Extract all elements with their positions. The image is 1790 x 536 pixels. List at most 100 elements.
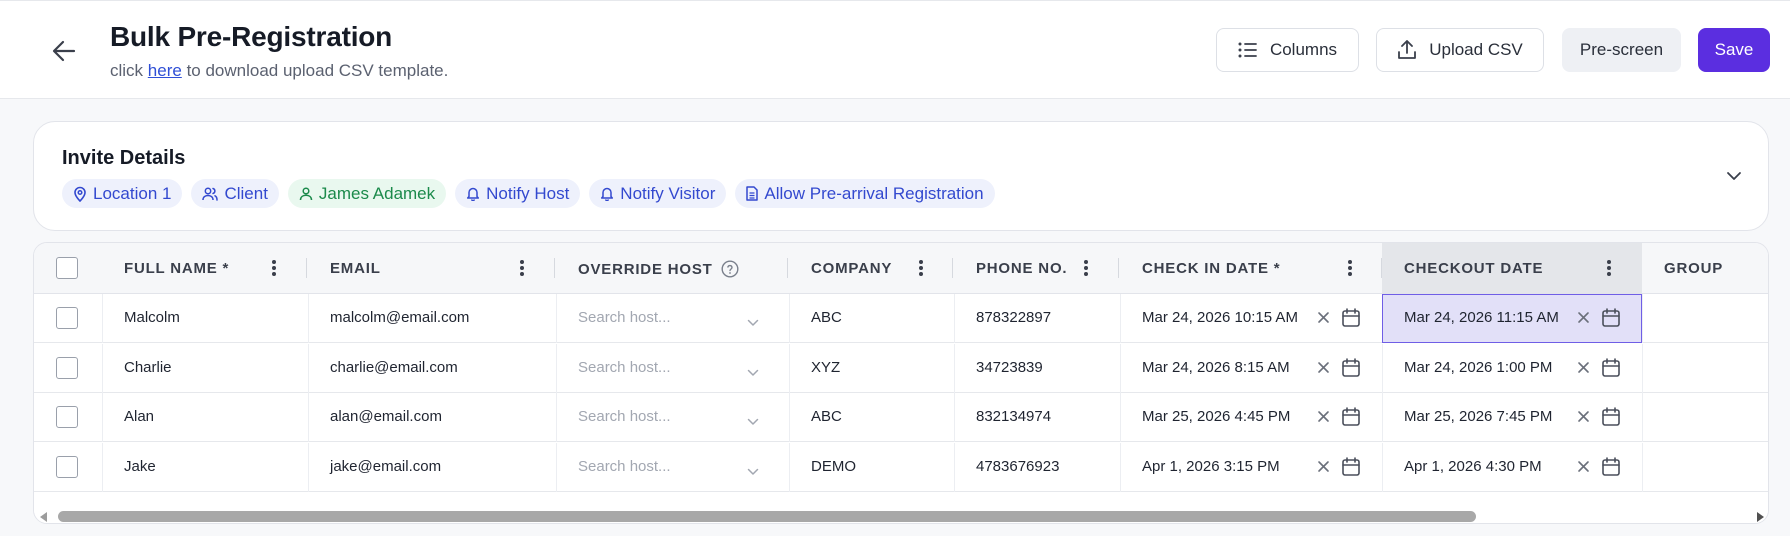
override-host-select[interactable]: Search host... bbox=[556, 294, 789, 343]
check-in-date-picker[interactable]: Mar 25, 2026 4:45 PM bbox=[1120, 393, 1382, 442]
columns-button[interactable]: Columns bbox=[1216, 28, 1359, 72]
cell-company[interactable]: ABC bbox=[789, 294, 954, 343]
upload-csv-button[interactable]: Upload CSV bbox=[1376, 28, 1544, 72]
cell-group[interactable] bbox=[1642, 443, 1768, 492]
checkout-date-picker[interactable]: Mar 25, 2026 7:45 PM bbox=[1382, 393, 1642, 442]
chip-host: James Adamek bbox=[287, 179, 447, 208]
check-in-date-picker[interactable]: Mar 24, 2026 10:15 AM bbox=[1120, 294, 1382, 343]
page-title: Bulk Pre-Registration bbox=[110, 21, 393, 52]
column-label-phone: PHONE NO. bbox=[976, 260, 1068, 277]
column-header-check-in-date[interactable]: CHECK IN DATE * bbox=[1120, 243, 1382, 293]
check-in-date-picker[interactable]: Apr 1, 2026 3:15 PM bbox=[1120, 443, 1382, 492]
override-host-select[interactable]: Search host... bbox=[556, 443, 789, 492]
cell-group[interactable] bbox=[1642, 294, 1768, 343]
column-divider bbox=[306, 258, 307, 278]
clear-icon[interactable] bbox=[1317, 311, 1330, 328]
column-menu-icon[interactable] bbox=[1345, 258, 1355, 278]
page-header: Bulk Pre-Registration click here to down… bbox=[0, 0, 1790, 99]
row-select-checkbox[interactable] bbox=[56, 455, 78, 478]
override-host-select[interactable]: Search host... bbox=[556, 393, 789, 442]
calendar-icon[interactable] bbox=[1602, 456, 1620, 480]
arrow-left-icon bbox=[52, 40, 76, 62]
list-icon bbox=[1238, 42, 1257, 58]
clear-icon[interactable] bbox=[1317, 361, 1330, 378]
cell-full-name[interactable]: Alan bbox=[102, 393, 308, 442]
document-icon bbox=[746, 186, 759, 201]
calendar-icon[interactable] bbox=[1342, 456, 1360, 480]
clear-icon[interactable] bbox=[1577, 410, 1590, 427]
cell-email[interactable]: alan@email.com bbox=[308, 393, 556, 442]
row-select-checkbox[interactable] bbox=[56, 307, 78, 329]
clear-icon[interactable] bbox=[1577, 460, 1590, 477]
column-menu-icon[interactable] bbox=[269, 258, 279, 278]
cell-company[interactable]: DEMO bbox=[789, 443, 954, 492]
clear-icon[interactable] bbox=[1317, 410, 1330, 427]
collapse-invite-details-button[interactable] bbox=[1722, 164, 1746, 188]
checkout-date-picker[interactable]: Mar 24, 2026 11:15 AM bbox=[1382, 294, 1642, 343]
scroll-left-arrow-icon[interactable] bbox=[40, 512, 47, 522]
select-all-checkbox[interactable] bbox=[56, 257, 78, 279]
column-menu-icon[interactable] bbox=[1604, 258, 1614, 278]
cell-group[interactable] bbox=[1642, 393, 1768, 442]
calendar-icon[interactable] bbox=[1342, 407, 1360, 430]
chevron-down-icon bbox=[747, 413, 759, 430]
column-label-check-in-date: CHECK IN DATE * bbox=[1142, 260, 1281, 277]
cell-full-name[interactable]: Jake bbox=[102, 443, 308, 492]
checkout-date-picker[interactable]: Apr 1, 2026 4:30 PM bbox=[1382, 443, 1642, 492]
phone-value: 832134974 bbox=[976, 408, 1052, 425]
calendar-icon[interactable] bbox=[1342, 308, 1360, 331]
cell-phone[interactable]: 832134974 bbox=[954, 393, 1120, 442]
chip-client-label: Client bbox=[224, 183, 268, 203]
cell-phone[interactable]: 34723839 bbox=[954, 344, 1120, 393]
chip-notify-host: Notify Host bbox=[455, 179, 581, 208]
horizontal-scrollbar[interactable] bbox=[34, 506, 1768, 523]
cell-email[interactable]: charlie@email.com bbox=[308, 344, 556, 393]
column-menu-icon[interactable] bbox=[517, 258, 527, 278]
invite-chips: Location 1 Client James Adamek Notify Ho… bbox=[62, 179, 995, 208]
column-header-override-host[interactable]: OVERRIDE HOST bbox=[556, 243, 789, 293]
clear-icon[interactable] bbox=[1577, 361, 1590, 378]
full-name-value: Alan bbox=[124, 408, 155, 425]
cell-email[interactable]: malcolm@email.com bbox=[308, 294, 556, 343]
clear-icon[interactable] bbox=[1317, 460, 1330, 477]
calendar-icon[interactable] bbox=[1602, 407, 1620, 430]
save-button[interactable]: Save bbox=[1698, 28, 1770, 72]
cell-email[interactable]: jake@email.com bbox=[308, 443, 556, 492]
column-label-company: COMPANY bbox=[811, 260, 893, 277]
help-circle-icon[interactable] bbox=[721, 260, 739, 278]
scroll-right-arrow-icon[interactable] bbox=[1757, 512, 1764, 522]
cell-full-name[interactable]: Malcolm bbox=[102, 294, 308, 343]
column-header-company[interactable]: COMPANY bbox=[789, 243, 954, 293]
override-host-select[interactable]: Search host... bbox=[556, 344, 789, 393]
column-menu-icon[interactable] bbox=[1081, 258, 1091, 278]
scrollbar-thumb[interactable] bbox=[58, 511, 1476, 522]
cell-company[interactable]: XYZ bbox=[789, 344, 954, 393]
calendar-icon[interactable] bbox=[1342, 357, 1360, 381]
column-divider bbox=[952, 258, 953, 278]
cell-phone[interactable]: 878322897 bbox=[954, 294, 1120, 343]
column-menu-icon[interactable] bbox=[916, 258, 926, 278]
row-select-checkbox[interactable] bbox=[56, 356, 78, 379]
calendar-icon[interactable] bbox=[1602, 308, 1620, 331]
check-in-date-picker[interactable]: Mar 24, 2026 8:15 AM bbox=[1120, 344, 1382, 393]
cell-group[interactable] bbox=[1642, 344, 1768, 393]
clear-icon[interactable] bbox=[1577, 311, 1590, 328]
column-header-email[interactable]: EMAIL bbox=[308, 243, 556, 293]
checkout-date-value: Apr 1, 2026 4:30 PM bbox=[1404, 457, 1542, 475]
checkout-date-picker[interactable]: Mar 24, 2026 1:00 PM bbox=[1382, 344, 1642, 393]
prescreen-button[interactable]: Pre-screen bbox=[1562, 28, 1681, 72]
cell-full-name[interactable]: Charlie bbox=[102, 344, 308, 393]
table-row: Alan alan@email.com Search host... ABC 83213… bbox=[34, 393, 1768, 442]
calendar-icon[interactable] bbox=[1602, 357, 1620, 381]
column-header-phone[interactable]: PHONE NO. bbox=[954, 243, 1120, 293]
row-select-checkbox[interactable] bbox=[56, 406, 78, 428]
host-search-placeholder: Search host... bbox=[578, 457, 671, 475]
column-header-full-name[interactable]: FULL NAME * bbox=[102, 243, 308, 293]
column-header-checkout-date[interactable]: CHECKOUT DATE bbox=[1382, 243, 1642, 293]
download-template-link[interactable]: here bbox=[148, 61, 182, 80]
column-header-group[interactable]: GROUP bbox=[1642, 243, 1768, 293]
cell-company[interactable]: ABC bbox=[789, 393, 954, 442]
cell-phone[interactable]: 4783676923 bbox=[954, 443, 1120, 492]
back-button[interactable] bbox=[48, 37, 80, 65]
check-in-date-value: Mar 25, 2026 4:45 PM bbox=[1142, 408, 1291, 425]
